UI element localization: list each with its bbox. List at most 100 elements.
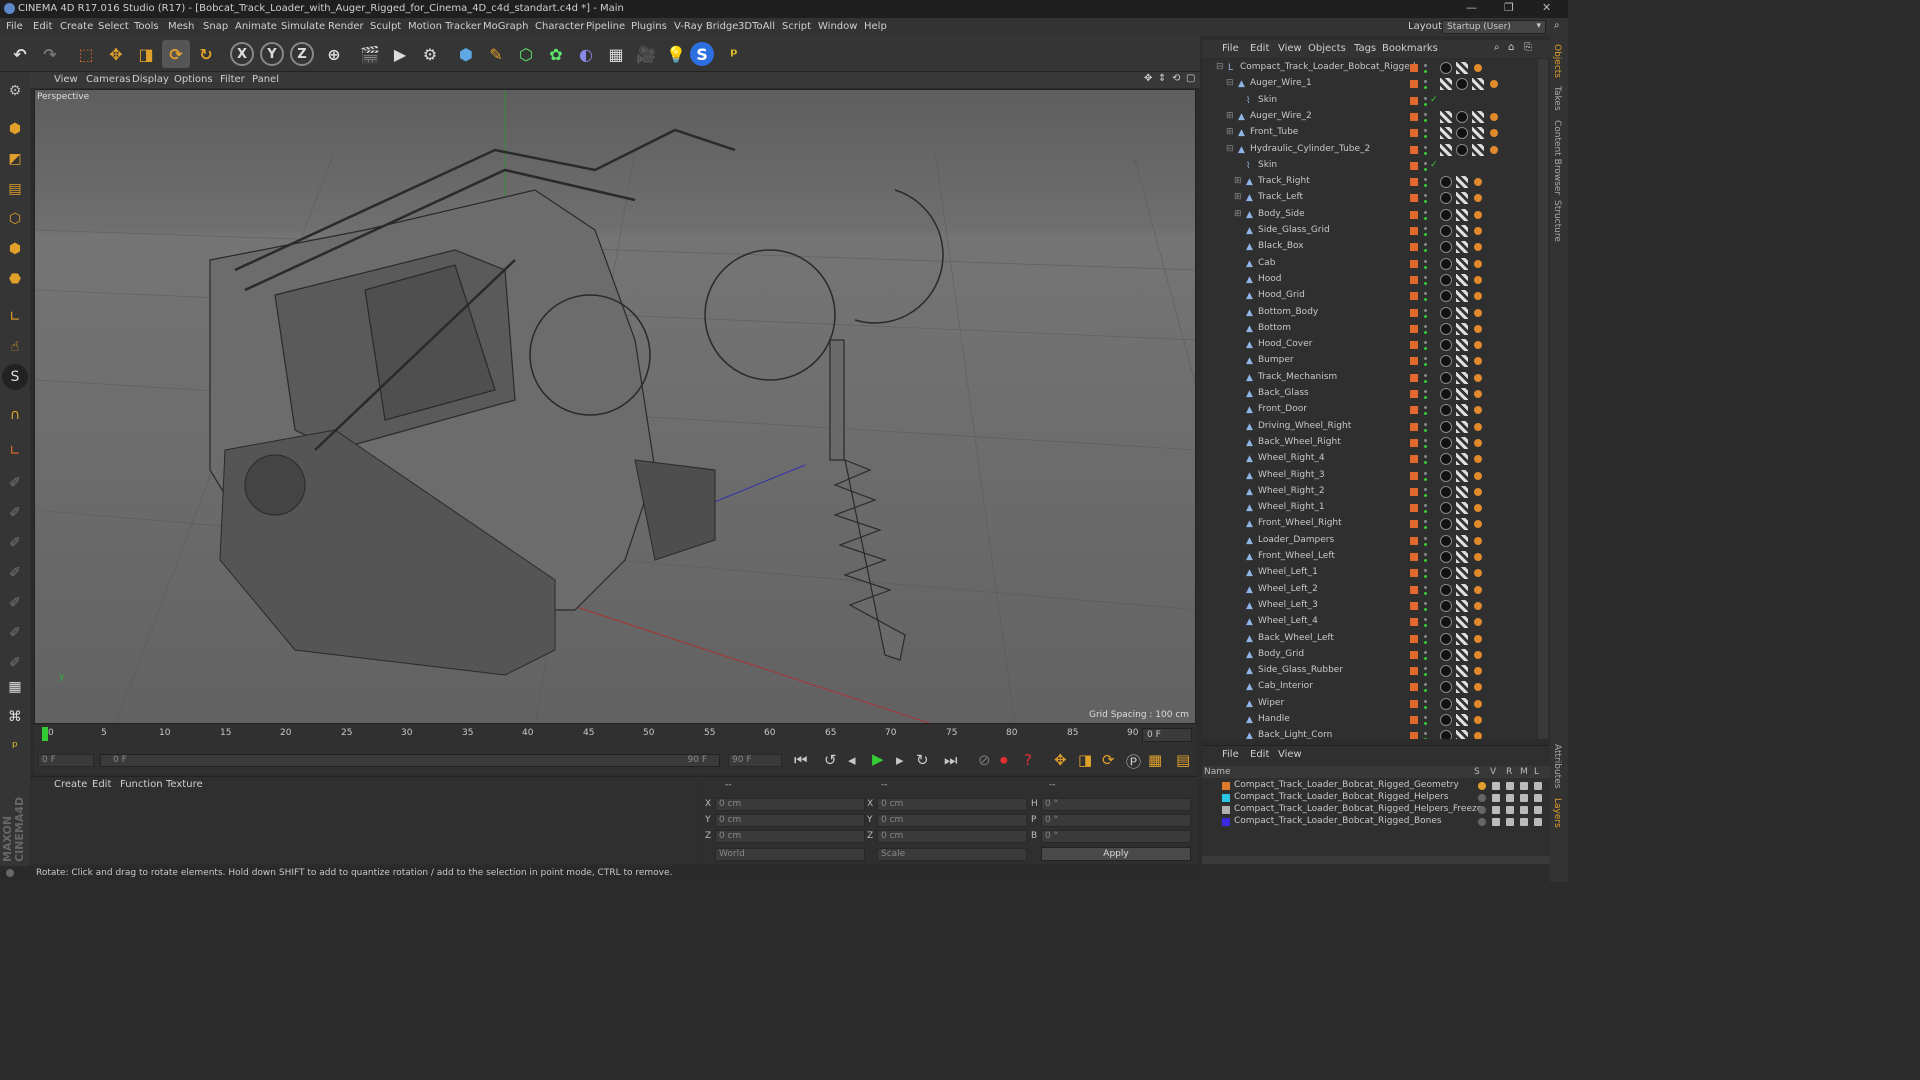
object-row[interactable]: ▲ Hood_Grid [1202, 288, 1548, 304]
search-icon[interactable]: ⌕ [1554, 20, 1560, 31]
rot-p-field[interactable]: 0 ° [1041, 814, 1191, 827]
weight-tag-icon[interactable] [1474, 699, 1482, 708]
render-toggle-icon[interactable] [1506, 818, 1514, 826]
start-frame-field[interactable]: 0 F [38, 754, 94, 767]
menu-vray-bridge[interactable]: V-Ray Bridge [674, 21, 738, 32]
render-visibility-dot[interactable] [1424, 738, 1427, 739]
layer-color-swatch[interactable] [1410, 161, 1418, 170]
redo-icon[interactable]: ↷ [36, 40, 64, 68]
editor-visibility-dot[interactable] [1424, 324, 1427, 328]
object-row[interactable]: ⊟ ▲ Auger_Wire_1 [1202, 76, 1548, 92]
weight-tag-icon[interactable] [1474, 471, 1482, 480]
weight-tag-icon[interactable] [1474, 650, 1482, 659]
rot-b-field[interactable]: 0 ° [1041, 830, 1191, 843]
axis-mode-icon[interactable]: ∟ [2, 304, 28, 330]
coordinate-system-dropdown[interactable]: World [715, 848, 865, 861]
weight-tag-icon[interactable] [1474, 210, 1482, 219]
tab-objects[interactable]: Objects [1552, 44, 1562, 78]
pen-spline-icon[interactable]: ✎ [482, 40, 510, 68]
previous-frame-icon[interactable]: ◂ [848, 751, 856, 769]
weight-tag-icon[interactable] [1474, 357, 1482, 366]
menu-character[interactable]: Character [535, 21, 584, 32]
pos-y-field[interactable]: 0 cm [715, 814, 865, 827]
object-row[interactable]: ⊞ ▲ Track_Right [1202, 174, 1548, 190]
workplane-icon[interactable]: ▤ [2, 176, 28, 202]
render-visibility-dot[interactable] [1424, 347, 1427, 351]
weight-tag-icon[interactable] [1490, 80, 1498, 89]
layer-color-swatch[interactable] [1410, 80, 1418, 89]
viewport-menu-view[interactable]: View [54, 74, 78, 85]
texture-tag-icon[interactable] [1456, 225, 1468, 237]
weight-tag-icon[interactable] [1474, 634, 1482, 643]
viewport-menu-panel[interactable]: Panel [252, 74, 279, 85]
ik-tag-icon[interactable] [1440, 143, 1452, 156]
collapse-icon[interactable]: ⊟ [1216, 62, 1224, 72]
editor-visibility-dot[interactable] [1424, 536, 1427, 540]
texture-tag-icon[interactable] [1456, 648, 1468, 661]
layer-color-swatch[interactable] [1410, 129, 1418, 138]
editor-visibility-dot[interactable] [1424, 275, 1427, 279]
viewport-menu-display[interactable]: Display [132, 74, 169, 85]
expand-icon[interactable]: ⊞ [1226, 111, 1234, 121]
menu-3dtoall[interactable]: 3DToAll [738, 21, 775, 32]
menu-select[interactable]: Select [98, 21, 129, 32]
weight-tag-icon[interactable] [1474, 455, 1482, 464]
deformer-icon[interactable]: ◐ [572, 40, 600, 68]
material-tag-icon[interactable] [1440, 502, 1452, 515]
editor-visibility-dot[interactable] [1424, 129, 1427, 133]
python-generator-icon[interactable]: ᵖ [2, 734, 28, 760]
material-tag-icon[interactable] [1440, 192, 1452, 205]
layer-color-swatch[interactable] [1410, 569, 1418, 578]
texture-tag-icon[interactable] [1472, 127, 1484, 140]
key-pla-icon[interactable]: ▦ [1148, 751, 1162, 769]
render-visibility-dot[interactable] [1424, 249, 1427, 253]
object-row[interactable]: ▲ Front_Wheel_Left [1202, 549, 1548, 565]
object-row[interactable]: ▲ Side_Glass_Grid [1202, 223, 1548, 239]
texture-tag-icon[interactable] [1456, 502, 1468, 515]
material-tag-icon[interactable] [1440, 306, 1452, 319]
menu-tools[interactable]: Tools [134, 21, 159, 32]
material-tag-icon[interactable] [1440, 681, 1452, 694]
editor-visibility-dot[interactable] [1424, 699, 1427, 703]
render-visibility-dot[interactable] [1424, 412, 1427, 416]
render-visibility-dot[interactable] [1424, 265, 1427, 269]
object-row[interactable]: ▲ Bumper [1202, 353, 1548, 369]
layer-horizontal-scrollbar[interactable] [1202, 856, 1550, 864]
sketch-and-toon-icon[interactable]: S [690, 42, 714, 66]
render-visibility-dot[interactable] [1424, 656, 1427, 660]
scale-icon[interactable]: ◨ [132, 40, 160, 68]
tab-layers[interactable]: Layers [1552, 798, 1562, 828]
size-z-field[interactable]: 0 cm [877, 830, 1027, 843]
layer-color-swatch[interactable] [1410, 650, 1418, 659]
render-visibility-dot[interactable] [1424, 673, 1427, 677]
om-menu-view[interactable]: View [1278, 43, 1302, 54]
editor-visibility-dot[interactable] [1424, 569, 1427, 573]
render-visibility-dot[interactable] [1424, 542, 1427, 546]
go-to-start-icon[interactable]: ⏮ [794, 751, 808, 769]
render-visibility-dot[interactable] [1424, 363, 1427, 367]
object-row[interactable]: ▲ Wiper [1202, 696, 1548, 712]
texture-tag-icon[interactable] [1456, 534, 1468, 547]
texture-tag-icon[interactable] [1456, 420, 1468, 433]
weight-tag-icon[interactable] [1474, 390, 1482, 398]
edges-mode-icon[interactable]: ⬢ [2, 236, 28, 262]
size-x-field[interactable]: 0 cm [877, 798, 1027, 811]
render-settings-icon[interactable]: ⚙ [416, 40, 444, 68]
layer-color-swatch[interactable] [1410, 438, 1418, 447]
object-row[interactable]: ▲ Wheel_Left_1 [1202, 565, 1548, 581]
lock-toggle-icon[interactable] [1534, 818, 1542, 826]
weight-tag-icon[interactable] [1474, 406, 1482, 415]
brush-3-icon[interactable]: ✐ [2, 530, 28, 556]
editor-visibility-dot[interactable] [1424, 259, 1427, 263]
om-home-icon[interactable]: ⌂ [1508, 42, 1514, 53]
layer-color-swatch[interactable] [1410, 324, 1418, 333]
om-search-icon[interactable]: ⌕ [1494, 42, 1500, 53]
menu-motion-tracker[interactable]: Motion Tracker [408, 21, 481, 32]
material-tag-icon[interactable] [1440, 551, 1452, 563]
viewport-menu-cameras[interactable]: Cameras [86, 74, 130, 85]
render-visibility-dot[interactable] [1424, 135, 1427, 139]
menu-simulate[interactable]: Simulate [281, 21, 325, 32]
layer-color-swatch[interactable] [1410, 536, 1418, 545]
minimize-icon[interactable]: — [1466, 1, 1477, 14]
manager-toggle-icon[interactable] [1520, 806, 1528, 814]
